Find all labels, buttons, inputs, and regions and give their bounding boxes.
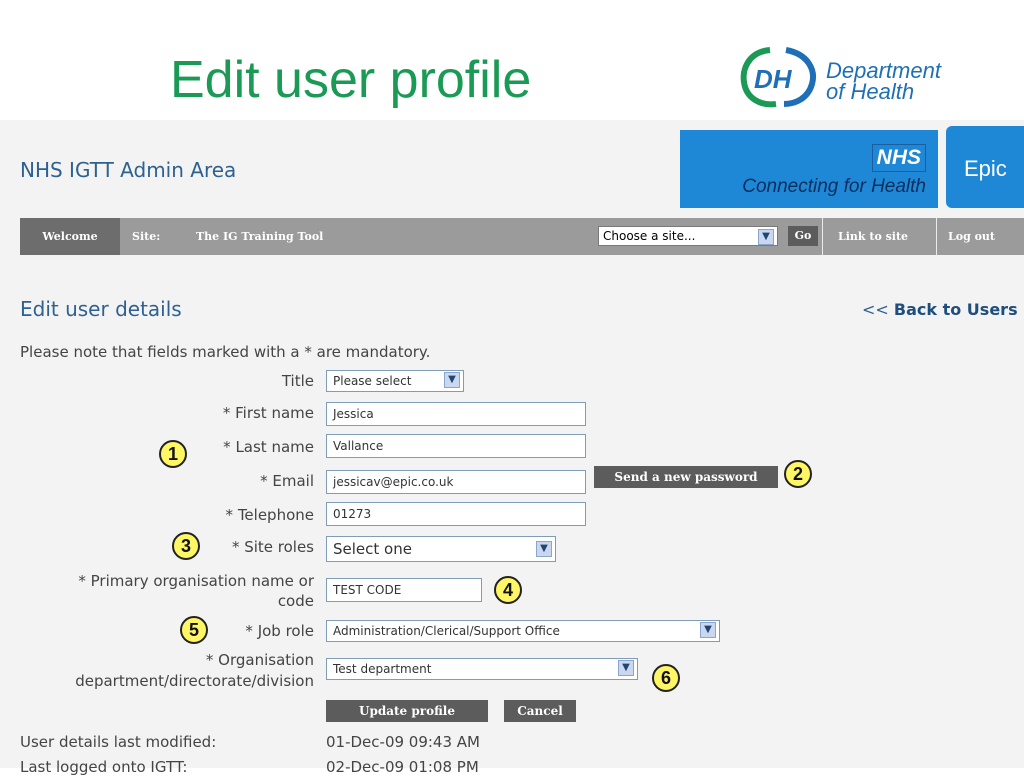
chevron-down-icon: ▼	[758, 229, 774, 245]
first-name-label: * First name	[222, 404, 314, 422]
dh-dept-text: Department of Health	[826, 58, 941, 104]
site-roles-label: * Site roles	[231, 538, 314, 556]
last-name-label: * Last name	[223, 438, 314, 456]
nav-site-label: Site:	[132, 230, 161, 243]
dh-logo-icon: DH	[740, 47, 816, 108]
org-department-select[interactable]: Test department ▼	[326, 658, 638, 680]
site-select-value: Choose a site...	[603, 229, 696, 243]
org-department-label-line1: * Organisation	[205, 651, 314, 669]
epic-logo: Epic	[946, 126, 1024, 208]
log-out-link[interactable]: Log out	[948, 218, 995, 255]
epic-label: Epic	[964, 156, 1007, 181]
first-name-field[interactable]: Jessica	[326, 402, 586, 426]
department-of-health-logo: DH Department of Health	[740, 42, 990, 117]
last-logged-value: 02-Dec-09 01:08 PM	[326, 758, 479, 776]
chevron-down-icon: ▼	[700, 622, 716, 638]
app-screen: NHS IGTT Admin Area NHS Connecting for H…	[0, 120, 1024, 776]
primary-org-field[interactable]: TEST CODE	[326, 578, 482, 602]
link-to-site-link[interactable]: Link to site	[838, 218, 908, 255]
last-logged-label: Last logged onto IGTT:	[20, 758, 188, 776]
job-role-value: Administration/Clerical/Support Office	[333, 624, 560, 638]
go-button[interactable]: Go	[788, 226, 818, 246]
last-name-field[interactable]: Vallance	[326, 434, 586, 458]
last-modified-label: User details last modified:	[20, 733, 217, 751]
back-to-users-label: Back to Users	[893, 300, 1018, 319]
site-select[interactable]: Choose a site... ▼	[598, 226, 778, 246]
dh-mark: DH	[754, 64, 793, 94]
app-title: NHS IGTT Admin Area	[20, 158, 237, 182]
update-profile-button[interactable]: Update profile	[326, 700, 488, 722]
title-select[interactable]: Please select ▼	[326, 370, 464, 392]
chevron-down-icon: ▼	[536, 541, 552, 557]
back-to-users-link[interactable]: << Back to Users	[862, 300, 1018, 319]
callout-2: 2	[784, 460, 812, 488]
cancel-button[interactable]: Cancel	[504, 700, 576, 722]
nhs-logo: NHS	[871, 144, 926, 172]
org-department-label-line2: department/directorate/division	[75, 672, 314, 690]
callout-5: 5	[180, 616, 208, 644]
callout-6: 6	[652, 664, 680, 692]
callout-3: 3	[172, 532, 200, 560]
org-department-label: * Organisation department/directorate/di…	[75, 650, 314, 692]
callout-4: 4	[494, 576, 522, 604]
nav-site-name: The IG Training Tool	[196, 230, 324, 243]
primary-org-label-line2: code	[277, 592, 314, 610]
page-heading: Edit user details	[20, 297, 182, 321]
callout-1: 1	[159, 440, 187, 468]
site-roles-select[interactable]: Select one ▼	[326, 536, 556, 562]
nav-bar: Welcome Site: The IG Training Tool Choos…	[20, 218, 1024, 255]
telephone-label: * Telephone	[225, 506, 314, 524]
back-arrows: <<	[862, 300, 889, 319]
job-role-label: * Job role	[245, 622, 314, 640]
title-label: Title	[281, 372, 314, 390]
chevron-down-icon: ▼	[618, 660, 634, 676]
site-roles-value: Select one	[333, 540, 412, 558]
telephone-field[interactable]: 01273	[326, 502, 586, 526]
primary-org-label: * Primary organisation name or code	[78, 571, 314, 611]
primary-org-label-line1: * Primary organisation name or	[78, 572, 314, 590]
nav-divider	[936, 218, 937, 255]
email-field[interactable]: jessicav@epic.co.uk	[326, 470, 586, 494]
title-select-value: Please select	[333, 374, 412, 388]
mandatory-note: Please note that fields marked with a * …	[20, 343, 431, 361]
slide-title: Edit user profile	[170, 51, 532, 109]
nav-welcome-tab[interactable]: Welcome	[20, 218, 120, 255]
dh-line1: Department	[826, 58, 941, 83]
chevron-down-icon: ▼	[444, 372, 460, 388]
email-label: * Email	[260, 472, 314, 490]
job-role-select[interactable]: Administration/Clerical/Support Office ▼	[326, 620, 720, 642]
nhs-tagline: Connecting for Health	[742, 176, 926, 197]
org-department-value: Test department	[333, 662, 432, 676]
dh-line2: of Health	[826, 79, 915, 104]
last-modified-value: 01-Dec-09 09:43 AM	[326, 733, 480, 751]
nav-divider	[822, 218, 823, 255]
send-new-password-button[interactable]: Send a new password	[594, 466, 778, 488]
nhs-banner: NHS Connecting for Health	[680, 130, 938, 208]
